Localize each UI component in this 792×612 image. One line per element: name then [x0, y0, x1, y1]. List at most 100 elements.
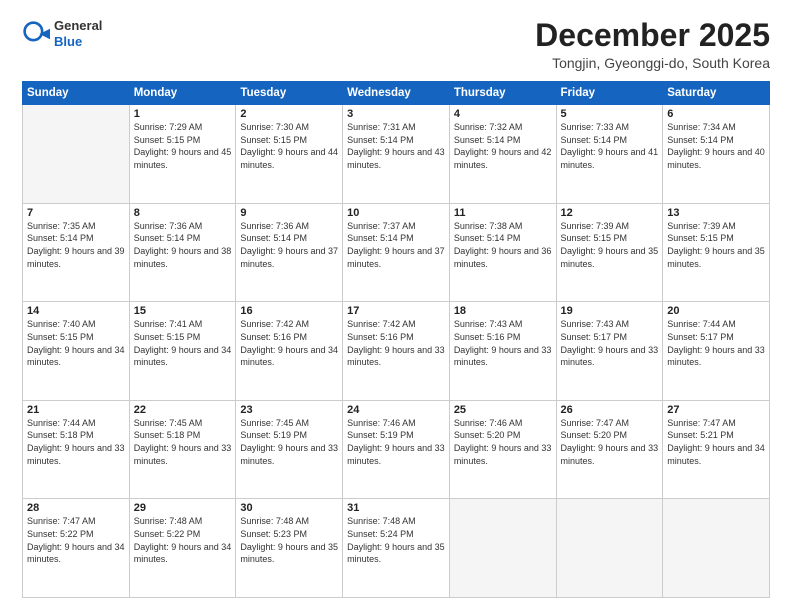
day-number: 3: [347, 108, 445, 120]
daylight: Daylight: 9 hours and 33 minutes.: [561, 443, 659, 466]
logo: General Blue: [22, 18, 102, 49]
day-info: Sunrise: 7:29 AMSunset: 5:15 PMDaylight:…: [134, 121, 232, 171]
daylight: Daylight: 9 hours and 34 minutes.: [240, 345, 338, 368]
daylight: Daylight: 9 hours and 33 minutes.: [240, 443, 338, 466]
day-info: Sunrise: 7:44 AMSunset: 5:17 PMDaylight:…: [667, 318, 765, 368]
calendar-cell: 10Sunrise: 7:37 AMSunset: 5:14 PMDayligh…: [343, 203, 450, 302]
sunrise: Sunrise: 7:44 AM: [27, 418, 96, 428]
sunset: Sunset: 5:14 PM: [347, 233, 414, 243]
sunset: Sunset: 5:15 PM: [561, 233, 628, 243]
day-info: Sunrise: 7:35 AM Sunset: 5:14 PM Daylight:…: [27, 220, 125, 270]
calendar-cell: [556, 499, 663, 598]
sunrise: Sunrise: 7:48 AM: [240, 516, 309, 526]
day-info: Sunrise: 7:40 AMSunset: 5:15 PMDaylight:…: [27, 318, 125, 368]
day-info: Sunrise: 7:38 AMSunset: 5:14 PMDaylight:…: [454, 220, 552, 270]
sunrise: Sunrise: 7:35 AM: [27, 221, 96, 231]
sunset: Sunset: 5:14 PM: [667, 135, 734, 145]
daylight: Daylight: 9 hours and 33 minutes.: [134, 443, 232, 466]
sunrise: Sunrise: 7:43 AM: [454, 319, 523, 329]
sunrise: Sunrise: 7:42 AM: [240, 319, 309, 329]
daylight: Daylight: 9 hours and 34 minutes.: [134, 542, 232, 565]
col-header-saturday: Saturday: [663, 82, 770, 105]
calendar-cell: 23Sunrise: 7:45 AMSunset: 5:19 PMDayligh…: [236, 400, 343, 499]
calendar-cell: 22Sunrise: 7:45 AMSunset: 5:18 PMDayligh…: [129, 400, 236, 499]
sunrise: Sunrise: 7:31 AM: [347, 122, 416, 132]
daylight: Daylight: 9 hours and 34 minutes.: [667, 443, 765, 466]
calendar-cell: 31Sunrise: 7:48 AMSunset: 5:24 PMDayligh…: [343, 499, 450, 598]
daylight: Daylight: 9 hours and 33 minutes.: [561, 345, 659, 368]
calendar-cell: 6 Sunrise: 7:34 AM Sunset: 5:14 PM Daylight…: [663, 105, 770, 204]
day-info: Sunrise: 7:42 AMSunset: 5:16 PMDaylight:…: [347, 318, 445, 368]
sunset: Sunset: 5:14 PM: [454, 233, 521, 243]
day-info: Sunrise: 7:47 AMSunset: 5:20 PMDaylight:…: [561, 417, 659, 467]
calendar-cell: 11Sunrise: 7:38 AMSunset: 5:14 PMDayligh…: [449, 203, 556, 302]
calendar-cell: 20Sunrise: 7:44 AMSunset: 5:17 PMDayligh…: [663, 302, 770, 401]
calendar-cell: 1Sunrise: 7:29 AMSunset: 5:15 PMDaylight…: [129, 105, 236, 204]
daylight: Daylight: 9 hours and 40 minutes.: [667, 147, 765, 170]
calendar-cell: 7 Sunrise: 7:35 AM Sunset: 5:14 PM Daylight…: [23, 203, 130, 302]
daylight: Daylight: 9 hours and 41 minutes.: [561, 147, 659, 170]
day-info: Sunrise: 7:33 AMSunset: 5:14 PMDaylight:…: [561, 121, 659, 171]
sunset: Sunset: 5:14 PM: [134, 233, 201, 243]
day-number: 4: [454, 108, 552, 120]
daylight: Daylight: 9 hours and 33 minutes.: [347, 443, 445, 466]
calendar-cell: 8Sunrise: 7:36 AMSunset: 5:14 PMDaylight…: [129, 203, 236, 302]
day-number: 7: [27, 207, 125, 219]
day-number: 6: [667, 108, 765, 120]
day-number: 15: [134, 305, 232, 317]
sunrise: Sunrise: 7:48 AM: [347, 516, 416, 526]
calendar-cell: 19Sunrise: 7:43 AMSunset: 5:17 PMDayligh…: [556, 302, 663, 401]
daylight: Daylight: 9 hours and 37 minutes.: [240, 246, 338, 269]
title-block: December 2025 Tongjin, Gyeonggi-do, Sout…: [535, 18, 770, 71]
sunrise: Sunrise: 7:36 AM: [134, 221, 203, 231]
sunrise: Sunrise: 7:47 AM: [27, 516, 96, 526]
sunrise: Sunrise: 7:32 AM: [454, 122, 523, 132]
sunset: Sunset: 5:21 PM: [667, 430, 734, 440]
header-row: SundayMondayTuesdayWednesdayThursdayFrid…: [23, 82, 770, 105]
col-header-monday: Monday: [129, 82, 236, 105]
day-number: 24: [347, 404, 445, 416]
logo-general: General: [54, 18, 102, 34]
sunset: Sunset: 5:20 PM: [454, 430, 521, 440]
col-header-thursday: Thursday: [449, 82, 556, 105]
col-header-sunday: Sunday: [23, 82, 130, 105]
sunset: Sunset: 5:14 PM: [27, 233, 94, 243]
day-number: 23: [240, 404, 338, 416]
day-info: Sunrise: 7:39 AMSunset: 5:15 PMDaylight:…: [561, 220, 659, 270]
calendar-cell: 25Sunrise: 7:46 AMSunset: 5:20 PMDayligh…: [449, 400, 556, 499]
daylight: Daylight: 9 hours and 36 minutes.: [454, 246, 552, 269]
calendar-cell: 13Sunrise: 7:39 AMSunset: 5:15 PMDayligh…: [663, 203, 770, 302]
calendar-cell: 21Sunrise: 7:44 AMSunset: 5:18 PMDayligh…: [23, 400, 130, 499]
sunrise: Sunrise: 7:34 AM: [667, 122, 736, 132]
calendar-cell: 3Sunrise: 7:31 AMSunset: 5:14 PMDaylight…: [343, 105, 450, 204]
week-row-4: 21Sunrise: 7:44 AMSunset: 5:18 PMDayligh…: [23, 400, 770, 499]
calendar-header: SundayMondayTuesdayWednesdayThursdayFrid…: [23, 82, 770, 105]
sunset: Sunset: 5:22 PM: [134, 529, 201, 539]
day-info: Sunrise: 7:30 AMSunset: 5:15 PMDaylight:…: [240, 121, 338, 171]
daylight: Daylight: 9 hours and 39 minutes.: [27, 246, 125, 269]
day-info: Sunrise: 7:42 AMSunset: 5:16 PMDaylight:…: [240, 318, 338, 368]
daylight: Daylight: 9 hours and 33 minutes.: [454, 443, 552, 466]
day-number: 16: [240, 305, 338, 317]
sunset: Sunset: 5:20 PM: [561, 430, 628, 440]
sunset: Sunset: 5:19 PM: [240, 430, 307, 440]
day-number: 27: [667, 404, 765, 416]
sunset: Sunset: 5:18 PM: [27, 430, 94, 440]
sunset: Sunset: 5:17 PM: [667, 332, 734, 342]
sunset: Sunset: 5:16 PM: [454, 332, 521, 342]
day-info: Sunrise: 7:39 AMSunset: 5:15 PMDaylight:…: [667, 220, 765, 270]
day-number: 26: [561, 404, 659, 416]
header: General Blue December 2025 Tongjin, Gyeo…: [22, 18, 770, 71]
daylight: Daylight: 9 hours and 33 minutes.: [454, 345, 552, 368]
sunrise: Sunrise: 7:30 AM: [240, 122, 309, 132]
sunrise: Sunrise: 7:45 AM: [134, 418, 203, 428]
sunset: Sunset: 5:15 PM: [240, 135, 307, 145]
daylight: Daylight: 9 hours and 33 minutes.: [667, 345, 765, 368]
sunset: Sunset: 5:19 PM: [347, 430, 414, 440]
day-info: Sunrise: 7:45 AMSunset: 5:18 PMDaylight:…: [134, 417, 232, 467]
calendar-cell: 26Sunrise: 7:47 AMSunset: 5:20 PMDayligh…: [556, 400, 663, 499]
sunset: Sunset: 5:14 PM: [240, 233, 307, 243]
calendar-table: SundayMondayTuesdayWednesdayThursdayFrid…: [22, 81, 770, 598]
day-info: Sunrise: 7:47 AMSunset: 5:22 PMDaylight:…: [27, 515, 125, 565]
sunrise: Sunrise: 7:33 AM: [561, 122, 630, 132]
